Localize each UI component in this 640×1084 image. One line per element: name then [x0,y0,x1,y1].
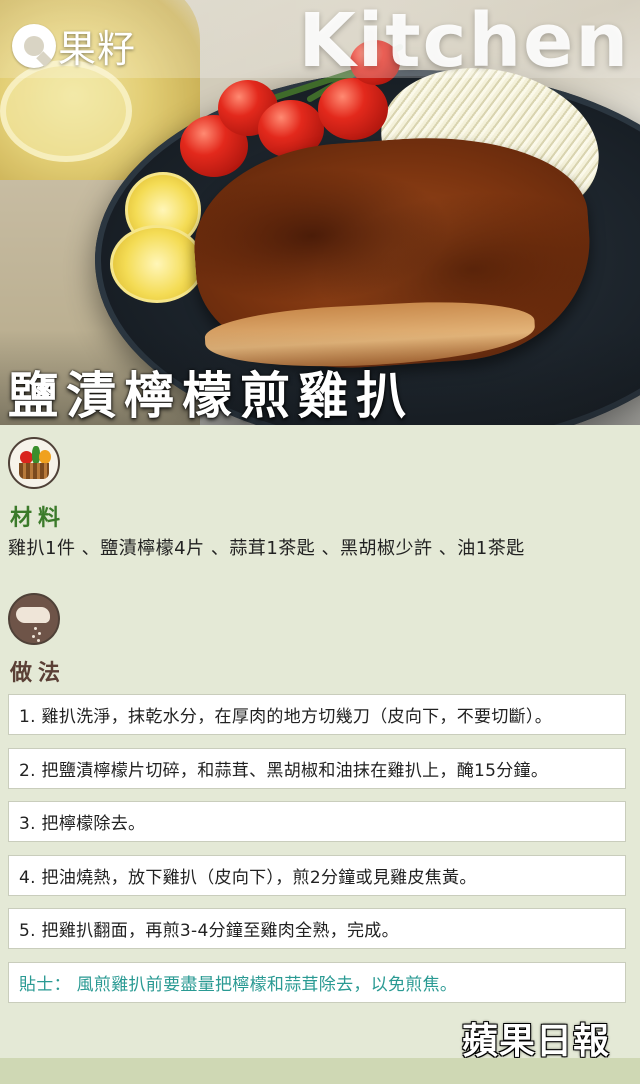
kitchen-banner: Kitchen [298,0,630,84]
salt-shaker-hand-icon [8,593,60,645]
method-steps: 1. 雞扒洗淨，抹乾水分，在厚肉的地方切幾刀（皮向下，不要切斷）。 2. 把鹽漬… [8,694,626,1015]
lemon-slice-image [110,225,204,303]
method-step: 2. 把鹽漬檸檬片切碎，和蒜茸、黑胡椒和油抹在雞扒上，醃15分鐘。 [8,747,626,789]
ingredients-list: 雞扒1件 、鹽漬檸檬4片 、蒜茸1茶匙 、黑胡椒少許 、油1茶匙 [8,538,525,559]
recipe-title: 鹽漬檸檬煎雞扒 [8,367,414,425]
cherry-tomato-image [318,78,388,140]
vegetable-basket-icon [8,437,60,489]
logo-mark-icon [12,23,56,68]
publisher-logo: 蘋果日報 [461,1021,610,1062]
bottom-bar [0,1058,640,1084]
method-step: 4. 把油燒熱，放下雞扒（皮向下），煎2分鐘或見雞皮焦黃。 [8,854,626,896]
method-label: 做法 [10,661,67,686]
method-step: 5. 把雞扒翻面，再煎3-4分鐘至雞肉全熟，完成。 [8,908,626,949]
method-step: 3. 把檸檬除去。 [8,801,626,842]
tip-box: 貼士： 風煎雞扒前要盡量把檸檬和蒜茸除去，以免煎焦。 [8,961,626,1003]
logo: 果籽 [12,18,136,73]
method-step: 1. 雞扒洗淨，抹乾水分，在厚肉的地方切幾刀（皮向下，不要切斷）。 [8,694,626,735]
hero-photo: 果籽 Kitchen 鹽漬檸檬煎雞扒 [0,0,640,425]
ingredients-label: 材料 [10,506,67,531]
logo-text: 果籽 [58,27,137,71]
